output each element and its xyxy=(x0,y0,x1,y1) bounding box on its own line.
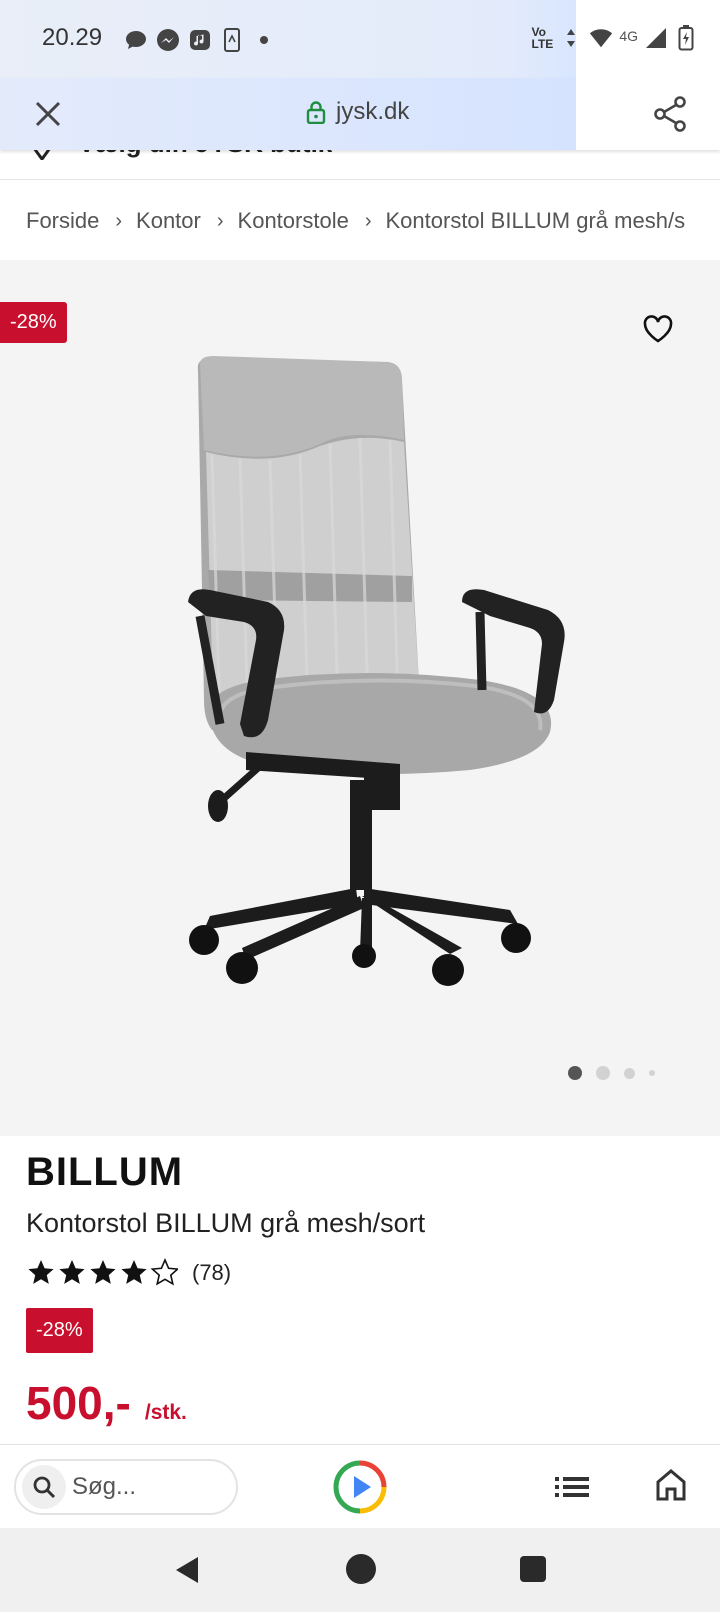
product-rating[interactable]: (78) xyxy=(26,1258,231,1288)
system-nav-bar xyxy=(0,1528,720,1612)
music-app-icon xyxy=(188,28,212,52)
volte-bottom: LTE xyxy=(531,37,554,51)
product-price: 500,- /stk. xyxy=(26,1376,187,1430)
cell-signal-icon xyxy=(644,26,668,50)
list-icon xyxy=(555,1477,589,1497)
url-display[interactable]: jysk.dk xyxy=(306,98,409,126)
favorite-button[interactable] xyxy=(640,312,676,346)
notification-icons xyxy=(124,28,276,52)
product-brand: BILLUM xyxy=(26,1150,184,1194)
recent-apps-icon[interactable] xyxy=(520,1556,546,1582)
home-icon xyxy=(656,1469,686,1501)
price-unit: /stk. xyxy=(144,1401,187,1424)
chevron-right-icon: › xyxy=(115,209,123,232)
more-notifications-dot-icon xyxy=(252,28,276,52)
heart-icon xyxy=(643,315,673,343)
search-icon xyxy=(22,1465,66,1509)
chat-bubble-icon xyxy=(124,28,148,52)
discount-badge: -28% xyxy=(26,1308,93,1353)
chevron-right-icon: › xyxy=(216,209,224,232)
close-tab-button[interactable] xyxy=(30,96,66,132)
status-time: 20.29 xyxy=(42,24,103,51)
product-name: Kontorstol BILLUM grå mesh/sort xyxy=(26,1208,426,1238)
network-type: 4G xyxy=(619,28,638,44)
chevron-right-icon: › xyxy=(364,209,372,232)
product-gallery[interactable]: -28% xyxy=(0,260,720,1136)
search-input[interactable]: Søg... xyxy=(14,1459,238,1515)
bottom-app-bar: Søg... xyxy=(0,1444,720,1528)
discount-badge-image: -28% xyxy=(0,302,67,343)
url-text: jysk.dk xyxy=(336,98,410,125)
gallery-dot[interactable] xyxy=(649,1070,655,1076)
breadcrumb-kontorstole[interactable]: Kontorstole xyxy=(238,208,349,234)
rating-stars-icon xyxy=(28,1258,178,1286)
battery-charging-icon xyxy=(674,25,698,51)
google-play-icon[interactable] xyxy=(332,1459,388,1515)
lock-icon xyxy=(306,101,326,124)
volte-indicator: Vo LTE xyxy=(532,26,554,50)
system-icons: Vo LTE 4G xyxy=(532,25,698,51)
breadcrumb-current: Kontorstol BILLUM grå mesh/s xyxy=(385,208,686,233)
share-button[interactable] xyxy=(650,94,690,134)
wifi-icon xyxy=(589,26,613,50)
price-value: 500,- xyxy=(26,1377,131,1429)
home-button[interactable] xyxy=(652,1465,690,1505)
data-arrows-icon xyxy=(559,26,583,50)
product-image-chair xyxy=(188,356,565,986)
search-placeholder: Søg... xyxy=(72,1473,137,1500)
browser-toolbar: jysk.dk xyxy=(0,78,720,150)
rating-count[interactable]: (78) xyxy=(192,1260,231,1286)
messenger-icon xyxy=(156,28,180,52)
breadcrumb-home[interactable]: Forside xyxy=(26,208,99,234)
gallery-dot[interactable] xyxy=(596,1066,610,1080)
home-nav-icon[interactable] xyxy=(346,1554,376,1584)
gallery-pagination[interactable] xyxy=(568,1066,655,1080)
gallery-dot-active[interactable] xyxy=(568,1066,582,1080)
list-button[interactable] xyxy=(552,1469,592,1505)
breadcrumb: Forside › Kontor › Kontorstole › Kontors… xyxy=(0,182,720,260)
phone-sync-icon xyxy=(220,28,244,52)
back-icon[interactable] xyxy=(172,1554,204,1586)
status-bar: 20.29 Vo LTE 4G xyxy=(0,0,720,78)
gallery-dot[interactable] xyxy=(624,1067,635,1079)
share-icon xyxy=(654,96,686,132)
breadcrumb-kontor[interactable]: Kontor xyxy=(136,208,201,234)
close-icon xyxy=(35,101,61,127)
